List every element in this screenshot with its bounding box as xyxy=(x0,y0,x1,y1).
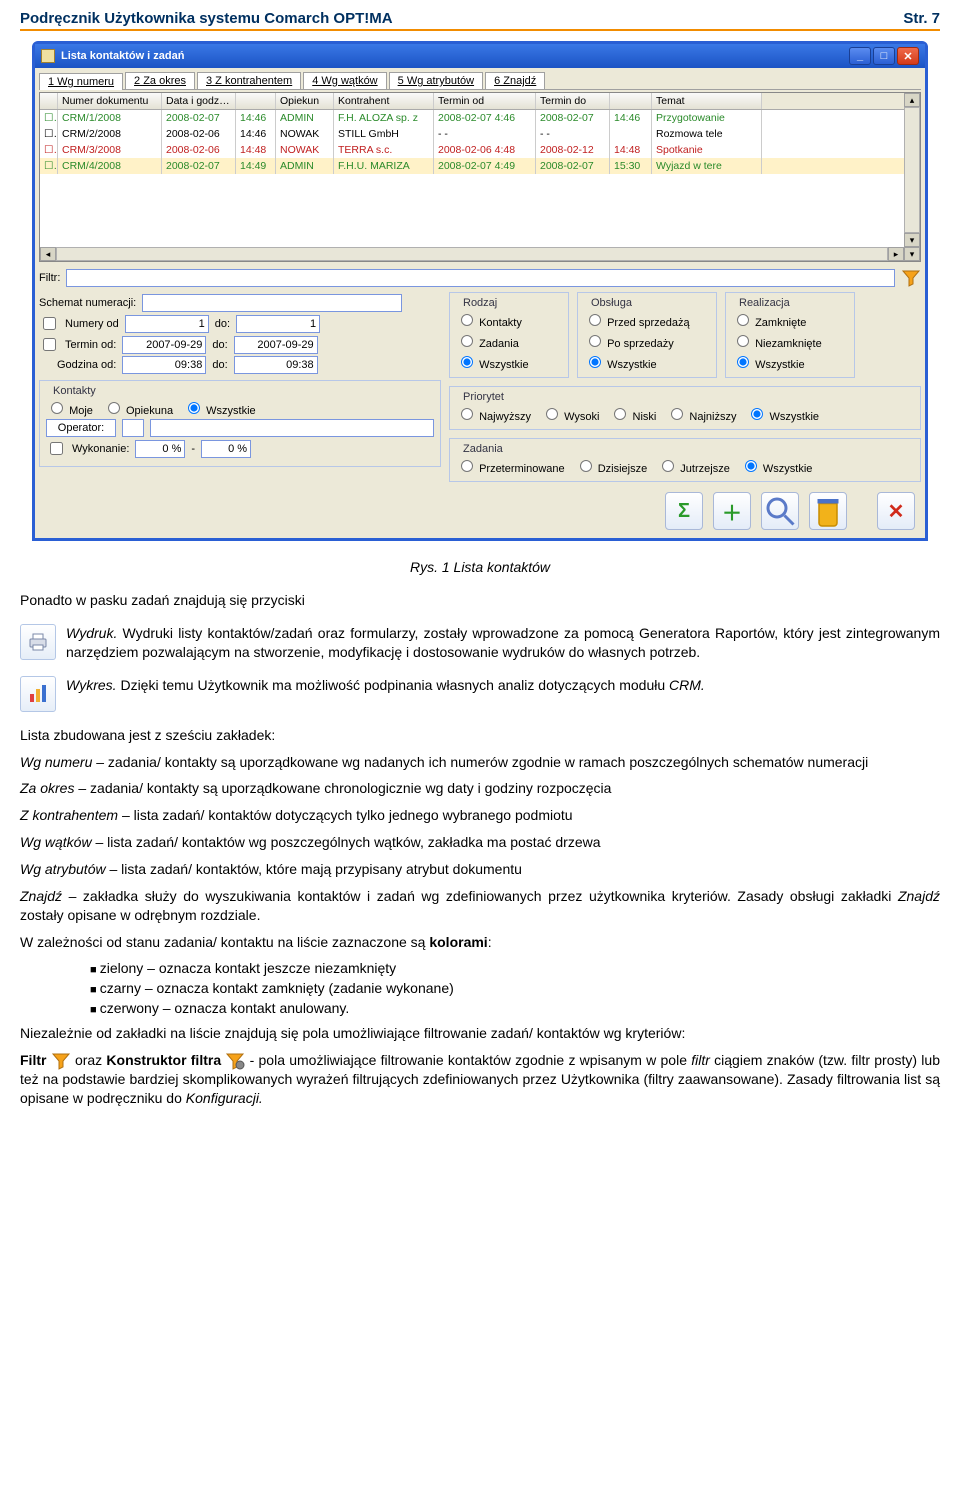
funnel-icon xyxy=(51,1051,71,1069)
rodzaj-group: Rodzaj xyxy=(460,297,500,309)
num-to[interactable] xyxy=(236,315,320,333)
table-row[interactable]: ☐CRM/4/20082008-02-0714:49ADMINF.H.U. MA… xyxy=(40,158,920,174)
wykres-paragraph: Wykres. Dzięki temu Użytkownik ma możliw… xyxy=(66,676,705,695)
wyk-to[interactable] xyxy=(201,440,251,458)
paragraph: W zależności od stanu zadania/ kontaktu … xyxy=(20,933,940,952)
realizacja-group: Realizacja xyxy=(736,297,793,309)
paragraph: Wg numeru – zadania/ kontakty są uporząd… xyxy=(20,753,940,772)
paragraph: Znajdź – zakładka służy do wyszukiwania … xyxy=(20,887,940,925)
rodzaj-kontakty[interactable] xyxy=(461,314,473,326)
termin-checkbox[interactable] xyxy=(43,338,56,351)
zadania-group: Zadania xyxy=(460,443,506,455)
obsluga-group: Obsługa xyxy=(588,297,635,309)
tabs-row: 1 Wg numeru 2 Za okres 3 Z kontrahentem … xyxy=(39,72,921,90)
wydruk-paragraph: Wydruk. Wydruki listy kontaktów/zadań or… xyxy=(66,624,940,662)
kontakty-group: Kontakty xyxy=(50,385,99,397)
app-window: Lista kontaktów i zadań _ □ ✕ 1 Wg numer… xyxy=(32,41,928,541)
tab-wg-watkow[interactable]: 4 Wg wątków xyxy=(303,72,386,89)
tab-wg-atrybutow[interactable]: 5 Wg atrybutów xyxy=(389,72,483,89)
realizacja-wszystkie[interactable] xyxy=(737,356,749,368)
grid-header: Numer dokumentu Data i godzina Opiekun K… xyxy=(40,93,920,110)
paragraph: Wg atrybutów – lista zadań/ kontaktów, k… xyxy=(20,860,940,879)
chart-icon xyxy=(20,676,56,712)
paragraph: Wg wątków – lista zadań/ kontaktów wg po… xyxy=(20,833,940,852)
pri-wszystkie[interactable] xyxy=(751,408,763,420)
kontakty-wszystkie[interactable] xyxy=(188,402,200,414)
obsluga-przed[interactable] xyxy=(589,314,601,326)
rodzaj-wszystkie[interactable] xyxy=(461,356,473,368)
h-scrollbar[interactable]: ◂▸▾ xyxy=(40,247,920,261)
window-title: Lista kontaktów i zadań xyxy=(61,50,184,62)
window-icon xyxy=(41,49,55,63)
operator-button[interactable]: Operator: xyxy=(46,419,116,437)
paragraph: Z kontrahentem – lista zadań/ kontaktów … xyxy=(20,806,940,825)
realizacja-niezamkniete[interactable] xyxy=(737,335,749,347)
sum-button[interactable]: Σ xyxy=(665,492,703,530)
filter-input[interactable] xyxy=(66,269,895,287)
tab-z-kontrahentem[interactable]: 3 Z kontrahentem xyxy=(197,72,301,89)
add-button[interactable]: ＋ xyxy=(713,492,751,530)
search-button[interactable] xyxy=(761,492,799,530)
time-to[interactable] xyxy=(234,356,318,374)
zad-wszystkie[interactable] xyxy=(745,460,757,472)
grid-body: ☐CRM/1/20082008-02-0714:46ADMINF.H. ALOZ… xyxy=(40,110,920,247)
header-rule xyxy=(20,29,940,31)
figure-caption: Rys. 1 Lista kontaktów xyxy=(20,559,940,575)
obsluga-po[interactable] xyxy=(589,335,601,347)
kontakty-moje[interactable] xyxy=(51,402,63,414)
printer-icon xyxy=(20,624,56,660)
numery-checkbox[interactable] xyxy=(43,317,56,330)
paragraph: Ponadto w pasku zadań znajdują się przyc… xyxy=(20,591,940,610)
tab-za-okres[interactable]: 2 Za okres xyxy=(125,72,195,89)
color-list: zielony – oznacza kontakt jeszcze niezam… xyxy=(20,960,940,1016)
num-from[interactable] xyxy=(125,315,209,333)
zad-przeterm[interactable] xyxy=(461,460,473,472)
date-to[interactable] xyxy=(234,336,318,354)
wyk-from[interactable] xyxy=(135,440,185,458)
doc-title: Podręcznik Użytkownika systemu Comarch O… xyxy=(20,10,393,27)
operator-picker[interactable] xyxy=(122,419,144,437)
paragraph: Lista zbudowana jest z sześciu zakładek: xyxy=(20,726,940,745)
funnel-icon[interactable] xyxy=(901,268,921,288)
list-item: zielony – oznacza kontakt jeszcze niezam… xyxy=(90,960,940,976)
delete-button[interactable]: ✕ xyxy=(877,492,915,530)
pri-najnizszy[interactable] xyxy=(671,408,683,420)
page-number: Str. 7 xyxy=(903,10,940,27)
date-from[interactable] xyxy=(122,336,206,354)
v-scrollbar[interactable]: ▴▾ xyxy=(904,93,920,247)
kontakty-opiekuna[interactable] xyxy=(108,402,120,414)
pri-najwyzszy[interactable] xyxy=(461,408,473,420)
minimize-button[interactable]: _ xyxy=(849,47,871,65)
close-button[interactable]: ✕ xyxy=(897,47,919,65)
trash-button[interactable] xyxy=(809,492,847,530)
wykonanie-checkbox[interactable] xyxy=(50,442,63,455)
data-grid[interactable]: Numer dokumentu Data i godzina Opiekun K… xyxy=(39,92,921,262)
tab-wg-numeru[interactable]: 1 Wg numeru xyxy=(39,73,123,90)
maximize-button[interactable]: □ xyxy=(873,47,895,65)
schema-label: Schemat numeracji: xyxy=(39,297,136,309)
funnel-gear-icon xyxy=(225,1051,245,1069)
table-row[interactable]: ☐CRM/2/20082008-02-0614:46NOWAKSTILL Gmb… xyxy=(40,126,920,142)
schema-combo[interactable] xyxy=(142,294,402,312)
tab-znajdz[interactable]: 6 Znajdź xyxy=(485,72,545,89)
realizacja-zamkniete[interactable] xyxy=(737,314,749,326)
table-row[interactable]: ☐CRM/1/20082008-02-0714:46ADMINF.H. ALOZ… xyxy=(40,110,920,126)
priorytet-group: Priorytet xyxy=(460,391,507,403)
paragraph: Za okres – zadania/ kontakty są uporządk… xyxy=(20,779,940,798)
rodzaj-zadania[interactable] xyxy=(461,335,473,347)
obsluga-wszystkie[interactable] xyxy=(589,356,601,368)
pri-niski[interactable] xyxy=(614,408,626,420)
list-item: czarny – oznacza kontakt zamknięty (zada… xyxy=(90,980,940,996)
pri-wysoki[interactable] xyxy=(546,408,558,420)
filter-label: Filtr: xyxy=(39,272,60,284)
titlebar: Lista kontaktów i zadań _ □ ✕ xyxy=(35,44,925,68)
zad-dzisiejsze[interactable] xyxy=(580,460,592,472)
operator-value[interactable] xyxy=(150,419,434,437)
table-row[interactable]: ☐CRM/3/20082008-02-0614:48NOWAKTERRA s.c… xyxy=(40,142,920,158)
time-from[interactable] xyxy=(122,356,206,374)
zad-jutrzejsze[interactable] xyxy=(662,460,674,472)
list-item: czerwony – oznacza kontakt anulowany. xyxy=(90,1000,940,1016)
paragraph: Filtr oraz Konstruktor filtra - pola umo… xyxy=(20,1051,940,1108)
paragraph: Niezależnie od zakładki na liście znajdu… xyxy=(20,1024,940,1043)
